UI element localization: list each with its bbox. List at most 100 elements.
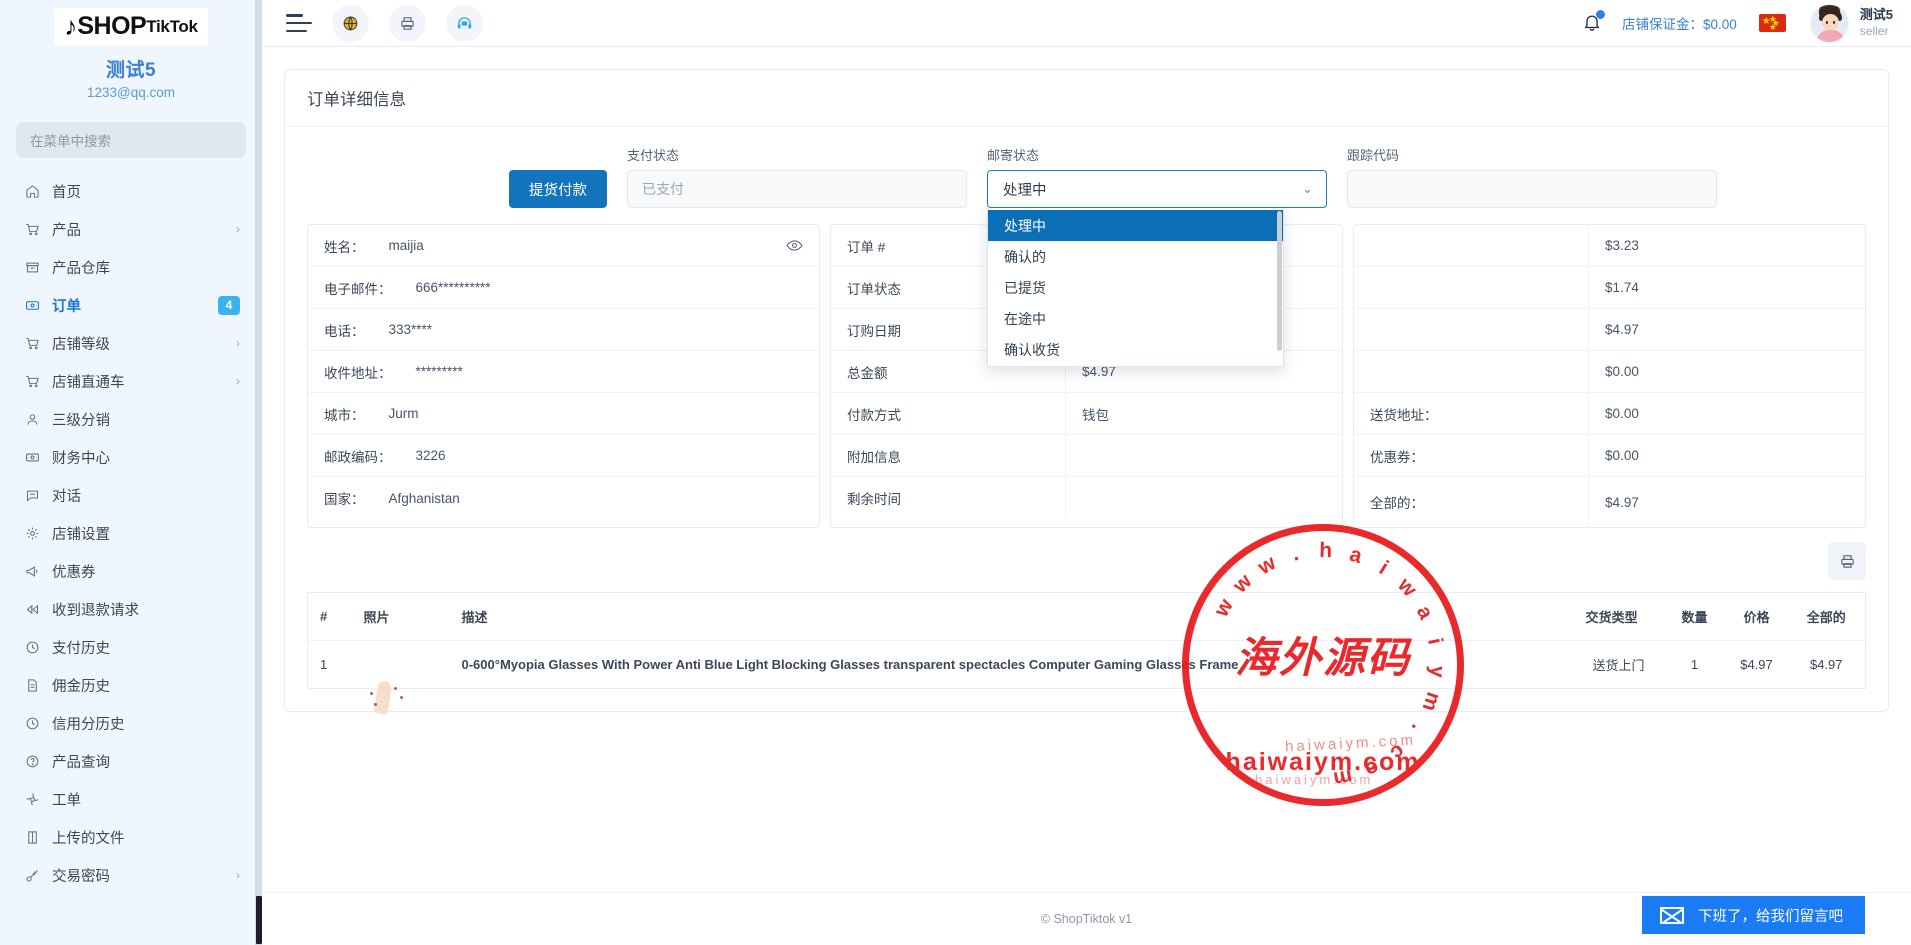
products-table-body: 1 0-600°Myopia Glasses With Power Anti Bl… [308, 641, 1866, 689]
customer-row: 城市：Jurm [308, 393, 819, 435]
dropdown-option-4[interactable]: 确认收货 [988, 334, 1283, 365]
sidebar-item-9[interactable]: 店铺设置 [0, 514, 262, 552]
hamburger-icon[interactable] [286, 14, 312, 32]
customer-row: 电子邮件：666********** [308, 267, 819, 309]
sidebar-item-label: 对话 [52, 485, 240, 506]
sidebar-item-label: 收到退款请求 [52, 599, 240, 620]
sidebar-item-1[interactable]: 产品› [0, 210, 262, 248]
payment-status-value: 已支付 [642, 179, 684, 199]
tracking-code-label: 跟踪代码 [1347, 145, 1717, 164]
dropdown-option-2[interactable]: 已提货 [988, 272, 1283, 303]
sidebar-item-label: 优惠券 [52, 561, 240, 582]
customer-row-value: 333**** [381, 322, 820, 337]
top-bar: 店铺保证金：$0.00 ★ ★ ★ ★ 测试5 seller [262, 0, 1911, 47]
payment-status-label: 支付状态 [627, 145, 967, 164]
rewind-icon [24, 601, 41, 618]
chevron-down-icon: ⌄ [1302, 181, 1313, 197]
sidebar-item-4[interactable]: 店铺等级› [0, 324, 262, 362]
sidebar-item-8[interactable]: 对话 [0, 476, 262, 514]
user-role: seller [1860, 24, 1893, 39]
sidebar-item-12[interactable]: 支付历史 [0, 628, 262, 666]
customer-row-label: 收件地址： [308, 362, 408, 382]
product-index: 1 [308, 641, 352, 689]
product-photo-cell [352, 641, 450, 689]
sidebar-item-label: 财务中心 [52, 447, 240, 468]
sidebar-item-16[interactable]: 工单 [0, 780, 262, 818]
cart-icon [24, 373, 41, 390]
customer-row-value: Afghanistan [381, 491, 820, 506]
products-header-cell: 价格 [1726, 593, 1788, 641]
shipping-status-select[interactable]: 处理中 ⌄ [987, 170, 1327, 208]
dropdown-option-3[interactable]: 在途中 [988, 303, 1283, 334]
sidebar-item-18[interactable]: 交易密码› [0, 856, 262, 894]
sidebar-item-13[interactable]: 佣金历史 [0, 666, 262, 704]
user-icon [24, 411, 41, 428]
sidebar-item-2[interactable]: 产品仓库 [0, 248, 262, 286]
sidebar-scrollbar-track[interactable] [255, 0, 262, 945]
customer-row-value: maijia [381, 238, 787, 253]
pickup-payment-button[interactable]: 提货付款 [509, 170, 607, 208]
chat-button[interactable]: 下班了，给我们留言吧 [1642, 896, 1865, 934]
sidebar-item-11[interactable]: 收到退款请求 [0, 590, 262, 628]
sidebar-item-0[interactable]: 首页 [0, 172, 262, 210]
user-info[interactable]: 测试5 seller [1860, 7, 1893, 38]
eye-icon[interactable] [786, 237, 819, 254]
dropdown-option-0[interactable]: 处理中 [988, 210, 1283, 241]
totals-row: $0.00 [1354, 351, 1865, 393]
clock-icon [24, 715, 41, 732]
order-row-text: 钱包 [1082, 404, 1109, 424]
product-description: 0-600°Myopia Glasses With Power Anti Blu… [450, 641, 1574, 689]
customer-row: 国家：Afghanistan [308, 477, 819, 519]
chat-button-label: 下班了，给我们留言吧 [1698, 905, 1843, 926]
avatar[interactable] [1810, 4, 1849, 43]
gear-icon [24, 525, 41, 542]
headset-icon[interactable] [446, 5, 483, 42]
sidebar-item-6[interactable]: 三级分销 [0, 400, 262, 438]
sidebar-item-10[interactable]: 优惠券 [0, 552, 262, 590]
sidebar-item-label: 店铺直通车 [52, 371, 225, 392]
sidebar-item-label: 店铺设置 [52, 523, 240, 544]
customer-row-label: 电子邮件： [308, 278, 408, 298]
totals-row-label: 优惠券： [1354, 435, 1589, 476]
sidebar-item-14[interactable]: 信用分历史 [0, 704, 262, 742]
print-row [307, 528, 1866, 592]
sidebar-item-5[interactable]: 店铺直通车› [0, 362, 262, 400]
chevron-right-icon: › [236, 336, 240, 350]
logo-shop-text: SHOP [77, 12, 146, 41]
tracking-code-input[interactable] [1347, 170, 1717, 208]
cn-flag-icon[interactable]: ★ ★ ★ ★ [1759, 14, 1786, 32]
bell-icon[interactable] [1582, 11, 1604, 35]
order-row-value [1066, 435, 1342, 476]
table-row[interactable]: 1 0-600°Myopia Glasses With Power Anti Bl… [308, 641, 1866, 689]
totals-row: 优惠券：$0.00 [1354, 435, 1865, 477]
sidebar-item-17[interactable]: 上传的文件 [0, 818, 262, 856]
shipping-status-select-wrap: 处理中 ⌄ 处理中确认的已提货在途中确认收货 [987, 170, 1327, 208]
sidebar-search-input[interactable]: 在菜单中搜索 [16, 122, 246, 158]
order-row-label: 付款方式 [831, 393, 1066, 434]
totals-row-label [1354, 309, 1589, 350]
globe-icon[interactable] [332, 5, 369, 42]
dropdown-scrollbar[interactable] [1277, 211, 1282, 351]
brand-logo[interactable]: ♪ SHOP TikTok [0, 0, 262, 45]
account-name: 测试5 [0, 55, 262, 82]
file-icon [24, 829, 41, 846]
order-row-label: 剩余时间 [831, 477, 1066, 519]
printer-icon[interactable] [1828, 542, 1866, 580]
order-row: 附加信息 [831, 435, 1342, 477]
money-icon [24, 449, 41, 466]
bell-notification-dot [1596, 10, 1605, 19]
printer-icon[interactable] [389, 5, 426, 42]
sidebar-item-7[interactable]: 财务中心 [0, 438, 262, 476]
sidebar-item-label: 信用分历史 [52, 713, 240, 734]
totals-row-label: 全部的： [1354, 477, 1589, 527]
customer-row-label: 城市： [308, 404, 381, 424]
dropdown-option-1[interactable]: 确认的 [988, 241, 1283, 272]
sidebar-item-label: 订单 [52, 295, 207, 316]
sidebar-item-3[interactable]: 订单4 [0, 286, 262, 324]
payment-status-input[interactable]: 已支付 [627, 170, 967, 208]
products-table: #照片描述交货类型数量价格全部的 10-600°Myopia Glasses W… [307, 592, 1866, 689]
main-area: 店铺保证金：$0.00 ★ ★ ★ ★ 测试5 seller 订单详细信息 [262, 0, 1911, 945]
sidebar-item-15[interactable]: 产品查询 [0, 742, 262, 780]
order-row-value: 钱包 [1066, 393, 1342, 434]
cart-icon [24, 221, 41, 238]
